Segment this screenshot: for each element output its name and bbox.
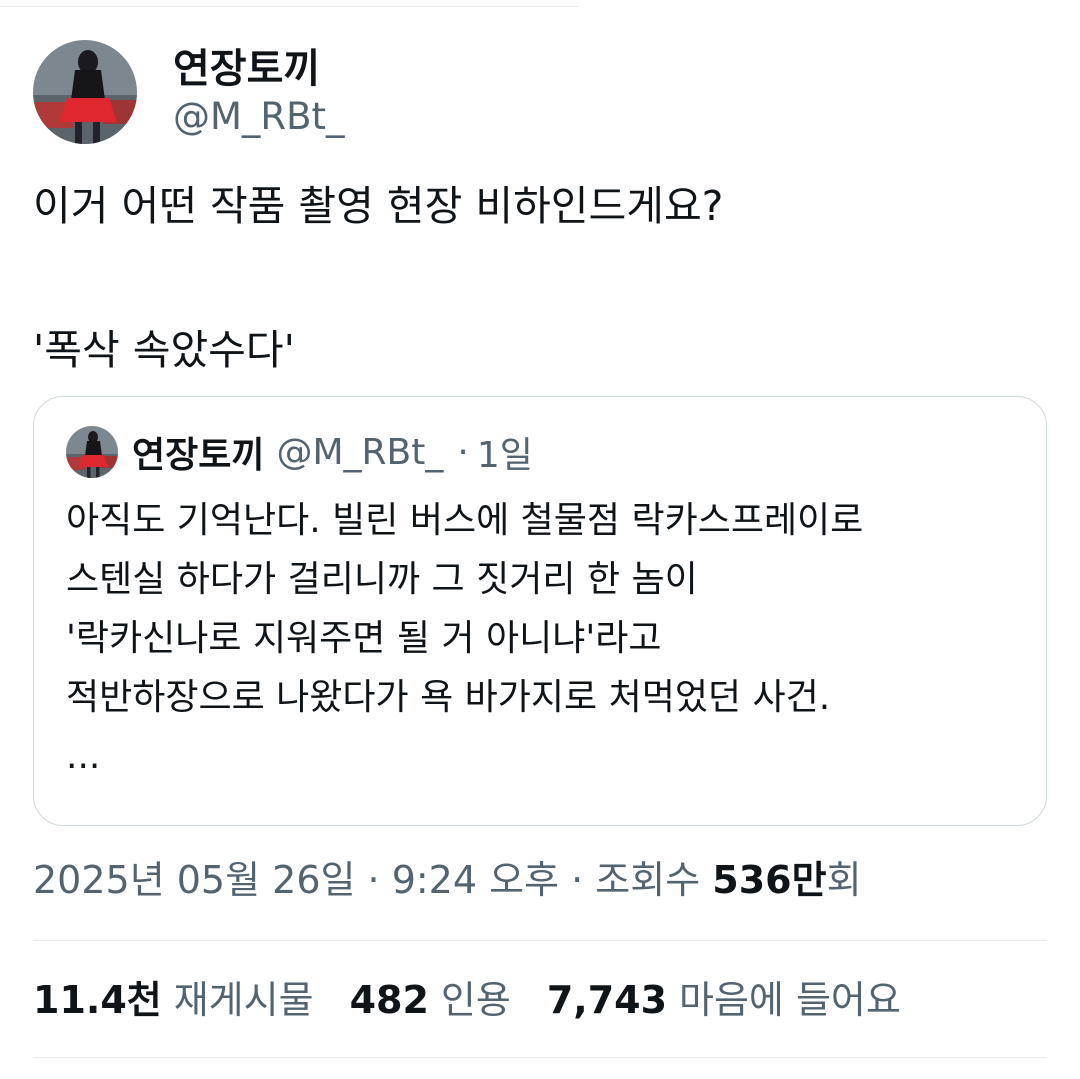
author-display-name[interactable]: 연장토끼 <box>173 44 345 94</box>
quoted-timestamp[interactable]: 1일 <box>477 426 533 478</box>
tweet-text: 이거 어떤 작품 촬영 현장 비하인드게요? '폭삭 속았수다' <box>33 178 1043 378</box>
quoted-author-handle: @M_RBt_ <box>276 431 444 473</box>
quoted-author-display-name: 연장토끼 <box>132 435 265 476</box>
quoted-avatar-image <box>66 426 118 478</box>
quoted-author-avatar <box>66 426 118 478</box>
quoted-tweet-header: 연장토끼 @M_RBt_ · 1일 <box>66 425 533 479</box>
quoted-text-line: '락카신나로 지워주면 될 거 아니냐'라고 <box>66 618 662 659</box>
quoted-tweet-card[interactable]: 연장토끼 @M_RBt_ · 1일 아직도 기억난다. 빌린 버스에 철물점 락… <box>33 396 1047 826</box>
quoted-separator: · <box>457 431 469 473</box>
reposts-label: 재게시물 <box>173 978 314 1022</box>
quotes-label: 인용 <box>440 978 511 1022</box>
tweet-text-spacer <box>33 234 1043 322</box>
author-handle[interactable]: @M_RBt_ <box>173 94 345 140</box>
engagement-stats: 11.4천 재게시물 482 인용 7,743 마음에 들어요 <box>33 972 937 1028</box>
tweet-header: 연장토끼 @M_RBt_ <box>33 40 345 144</box>
likes-count: 7,743 <box>546 978 668 1022</box>
views-count: 536만 <box>712 858 827 902</box>
quoted-text-line: 스텐실 하다가 걸리니까 그 짓거리 한 놈이 <box>66 559 698 600</box>
author-avatar[interactable] <box>33 40 137 144</box>
quoted-text-line: 아직도 기억난다. 빌린 버스에 철물점 락카스프레이로 <box>66 500 864 541</box>
stats-top-divider <box>33 940 1047 941</box>
stats-bottom-divider <box>33 1057 1047 1058</box>
likes-stat[interactable]: 7,743 마음에 들어요 <box>547 972 901 1028</box>
quotes-stat[interactable]: 482 인용 <box>350 972 511 1028</box>
quoted-text-ellipsis: ... <box>66 736 101 777</box>
quoted-text-line: 적반하장으로 나왔다가 욕 바가지로 처먹었던 사건. <box>66 677 831 718</box>
tweet-date[interactable]: 2025년 05월 26일 <box>33 858 355 902</box>
likes-label: 마음에 들어요 <box>679 978 901 1022</box>
top-divider <box>0 6 578 7</box>
meta-separator: · <box>559 858 596 902</box>
views-label: 조회수 <box>595 858 701 902</box>
quotes-count: 482 <box>349 978 429 1022</box>
tweet-text-line: '폭삭 속았수다' <box>33 326 295 374</box>
tweet-time[interactable]: 9:24 오후 <box>392 858 559 902</box>
meta-separator: · <box>355 858 392 902</box>
tweet-text-line: 이거 어떤 작품 촬영 현장 비하인드게요? <box>33 182 724 230</box>
quoted-tweet-text: 아직도 기억난다. 빌린 버스에 철물점 락카스프레이로 스텐실 하다가 걸리니… <box>66 491 1026 786</box>
tweet-meta: 2025년 05월 26일 · 9:24 오후 · 조회수 536만회 <box>33 852 862 908</box>
views-suffix: 회 <box>826 858 862 902</box>
reposts-count: 11.4천 <box>33 978 162 1022</box>
reposts-stat[interactable]: 11.4천 재게시물 <box>33 972 314 1028</box>
avatar-image <box>33 40 137 144</box>
